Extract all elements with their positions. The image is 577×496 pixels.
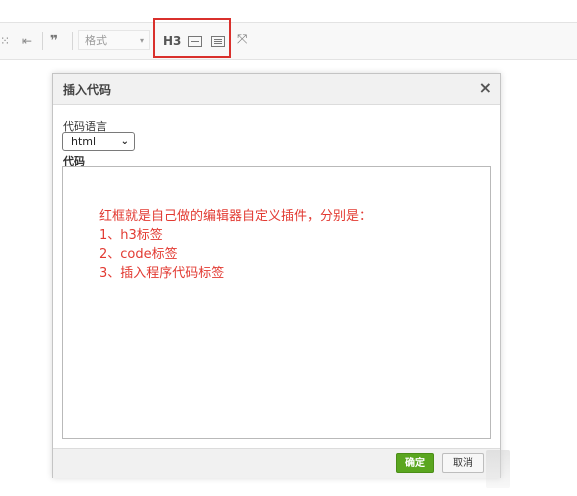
blockquote-icon[interactable]: ❞ xyxy=(50,30,58,52)
note-line: 1、h3标签 xyxy=(99,228,163,243)
watermark-logo xyxy=(486,450,510,488)
insert-code-dialog: 插入代码 × 代码语言 html ⌄ 代码 红框就是自己做的编辑器自定义插件，分… xyxy=(52,73,501,478)
outdent-icon[interactable]: ⇤ xyxy=(22,30,32,52)
dialog-header: 插入代码 × xyxy=(53,74,500,105)
chevron-down-icon: ⌄ xyxy=(120,136,129,147)
note-line: 2、code标签 xyxy=(99,247,178,262)
format-select[interactable]: 格式 ▾ xyxy=(78,30,150,50)
confirm-button[interactable]: 确定 xyxy=(396,453,434,473)
fullscreen-icon[interactable]: ⤧ xyxy=(237,32,247,47)
editor-toolbar: ⁙ ⇤ ❞ 格式 ▾ H3 ⤧ xyxy=(0,22,577,60)
custom-plugins-highlight xyxy=(153,18,231,58)
format-select-label: 格式 xyxy=(85,34,107,47)
cancel-button[interactable]: 取消 xyxy=(442,453,484,473)
dialog-title: 插入代码 xyxy=(63,83,112,97)
toolbar-divider xyxy=(42,32,43,50)
note-line: 3、插入程序代码标签 xyxy=(99,266,225,281)
dialog-footer: 确定 取消 xyxy=(53,448,500,478)
close-icon[interactable]: × xyxy=(479,78,492,97)
annotation-note: 红框就是自己做的编辑器自定义插件，分别是： 1、h3标签 2、code标签 3、… xyxy=(99,207,372,283)
indent-icon[interactable]: ⁙ xyxy=(0,30,10,52)
language-select-value: html xyxy=(71,135,97,148)
code-textarea[interactable]: 红框就是自己做的编辑器自定义插件，分别是： 1、h3标签 2、code标签 3、… xyxy=(62,166,491,439)
language-select[interactable]: html ⌄ xyxy=(62,132,135,151)
chevron-down-icon: ▾ xyxy=(139,36,144,45)
toolbar-divider xyxy=(72,32,73,50)
note-line: 红框就是自己做的编辑器自定义插件，分别是： xyxy=(99,209,373,224)
